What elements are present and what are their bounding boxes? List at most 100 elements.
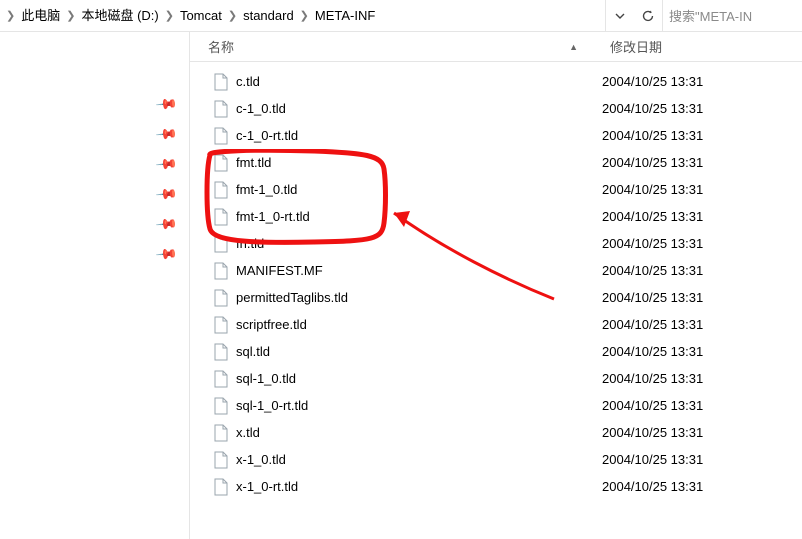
file-date-cell: 2004/10/25 13:31 (600, 425, 802, 440)
breadcrumb-item[interactable]: Tomcat (176, 0, 226, 32)
file-icon (214, 262, 228, 280)
file-date-cell: 2004/10/25 13:31 (600, 128, 802, 143)
table-row[interactable]: MANIFEST.MF 2004/10/25 13:31 (190, 257, 802, 284)
file-name-cell: fmt-1_0.tld (190, 181, 600, 199)
table-row[interactable]: c-1_0.tld 2004/10/25 13:31 (190, 95, 802, 122)
table-row[interactable]: x-1_0-rt.tld 2004/10/25 13:31 (190, 473, 802, 500)
table-row[interactable]: sql.tld2004/10/25 13:31 (190, 338, 802, 365)
file-name-cell: fmt.tld (190, 154, 600, 172)
file-name-cell: sql-1_0-rt.tld (190, 397, 600, 415)
file-icon (214, 127, 228, 145)
breadcrumb-item[interactable]: standard (239, 0, 298, 32)
file-name-cell: fmt-1_0-rt.tld (190, 208, 600, 226)
table-row[interactable]: fmt-1_0-rt.tld 2004/10/25 13:31 (190, 203, 802, 230)
breadcrumb-item[interactable]: 此电脑 (17, 0, 64, 32)
sort-asc-icon: ▲ (569, 42, 578, 52)
file-icon (214, 316, 228, 334)
file-date-cell: 2004/10/25 13:31 (600, 74, 802, 89)
file-date-cell: 2004/10/25 13:31 (600, 371, 802, 386)
file-list-pane: 名称 ▲ 修改日期 c.tld2004/10/25 13:31c-1_0.tld… (190, 32, 802, 539)
table-row[interactable]: fmt.tld2004/10/25 13:31 (190, 149, 802, 176)
column-headers: 名称 ▲ 修改日期 (190, 32, 802, 62)
file-name: MANIFEST.MF (236, 263, 323, 278)
file-name-cell: scriptfree.tld (190, 316, 600, 334)
file-date-cell: 2004/10/25 13:31 (600, 398, 802, 413)
table-row[interactable]: fn.tld 2004/10/25 13:31 (190, 230, 802, 257)
history-dropdown-button[interactable] (606, 0, 634, 32)
file-name: x.tld (236, 425, 260, 440)
chevron-down-icon (615, 11, 625, 21)
file-icon (214, 73, 228, 91)
pin-icon: 📌 (155, 152, 179, 176)
pin-icon: 📌 (155, 182, 179, 206)
file-icon (214, 208, 228, 226)
file-date-cell: 2004/10/25 13:31 (600, 101, 802, 116)
file-name-cell: MANIFEST.MF (190, 262, 600, 280)
breadcrumb-item[interactable]: META-INF (311, 0, 379, 32)
file-name-cell: x-1_0-rt.tld (190, 478, 600, 496)
breadcrumb[interactable]: ❯ 此电脑 ❯ 本地磁盘 (D:) ❯ Tomcat ❯ standard ❯ … (0, 0, 605, 31)
file-name: sql-1_0-rt.tld (236, 398, 308, 413)
pin-icon: 📌 (155, 92, 179, 116)
file-date-cell: 2004/10/25 13:31 (600, 209, 802, 224)
file-name-cell: x.tld (190, 424, 600, 442)
file-name: sql-1_0.tld (236, 371, 296, 386)
nav-tree-pane[interactable]: 📌 📌 📌 📌 📌 📌 (0, 32, 190, 539)
file-date-cell: 2004/10/25 13:31 (600, 479, 802, 494)
breadcrumb-item[interactable]: 本地磁盘 (D:) (77, 0, 162, 32)
file-name-cell: c-1_0-rt.tld (190, 127, 600, 145)
file-name-cell: fn.tld (190, 235, 600, 253)
chevron-right-icon: ❯ (64, 9, 77, 22)
column-header-date-label: 修改日期 (610, 37, 662, 56)
file-name-cell: c.tld (190, 73, 600, 91)
table-row[interactable]: scriptfree.tld2004/10/25 13:31 (190, 311, 802, 338)
file-name-cell: permittedTaglibs.tld (190, 289, 600, 307)
table-row[interactable]: sql-1_0.tld 2004/10/25 13:31 (190, 365, 802, 392)
table-row[interactable]: c.tld2004/10/25 13:31 (190, 68, 802, 95)
file-icon (214, 100, 228, 118)
table-row[interactable]: fmt-1_0.tld 2004/10/25 13:31 (190, 176, 802, 203)
chevron-right-icon: ❯ (163, 9, 176, 22)
table-row[interactable]: c-1_0-rt.tld 2004/10/25 13:31 (190, 122, 802, 149)
file-date-cell: 2004/10/25 13:31 (600, 236, 802, 251)
table-row[interactable]: sql-1_0-rt.tld 2004/10/25 13:31 (190, 392, 802, 419)
file-date-cell: 2004/10/25 13:31 (600, 263, 802, 278)
column-header-name-label: 名称 (208, 37, 234, 56)
refresh-icon (641, 9, 655, 23)
file-name: fmt-1_0.tld (236, 182, 297, 197)
pin-icon: 📌 (155, 122, 179, 146)
main-pane: 📌 📌 📌 📌 📌 📌 名称 ▲ 修改日期 c.tld2004/10/25 13… (0, 32, 802, 539)
table-row[interactable]: permittedTaglibs.tld2004/10/25 13:31 (190, 284, 802, 311)
file-icon (214, 397, 228, 415)
file-rows: c.tld2004/10/25 13:31c-1_0.tld2004/10/25… (190, 62, 802, 500)
file-name: c-1_0.tld (236, 101, 286, 116)
refresh-button[interactable] (634, 0, 662, 32)
address-bar: ❯ 此电脑 ❯ 本地磁盘 (D:) ❯ Tomcat ❯ standard ❯ … (0, 0, 802, 32)
file-icon (214, 289, 228, 307)
file-name: fn.tld (236, 236, 264, 251)
file-icon (214, 181, 228, 199)
file-date-cell: 2004/10/25 13:31 (600, 155, 802, 170)
chevron-right-icon: ❯ (226, 9, 239, 22)
file-date-cell: 2004/10/25 13:31 (600, 344, 802, 359)
file-icon (214, 370, 228, 388)
file-date-cell: 2004/10/25 13:31 (600, 182, 802, 197)
column-header-date[interactable]: 修改日期 (600, 32, 802, 61)
file-icon (214, 343, 228, 361)
file-name: x-1_0.tld (236, 452, 286, 467)
file-icon (214, 478, 228, 496)
file-name-cell: x-1_0.tld (190, 451, 600, 469)
file-date-cell: 2004/10/25 13:31 (600, 317, 802, 332)
chevron-right-icon: ❯ (4, 9, 17, 22)
column-header-name[interactable]: 名称 ▲ (190, 32, 600, 61)
file-name: fmt-1_0-rt.tld (236, 209, 310, 224)
file-date-cell: 2004/10/25 13:31 (600, 452, 802, 467)
file-icon (214, 235, 228, 253)
table-row[interactable]: x.tld 2004/10/25 13:31 (190, 419, 802, 446)
file-name: x-1_0-rt.tld (236, 479, 298, 494)
file-name: c-1_0-rt.tld (236, 128, 298, 143)
pin-icon: 📌 (155, 242, 179, 266)
pin-icon: 📌 (155, 212, 179, 236)
table-row[interactable]: x-1_0.tld 2004/10/25 13:31 (190, 446, 802, 473)
search-input[interactable]: 搜索"META-IN (662, 0, 802, 31)
